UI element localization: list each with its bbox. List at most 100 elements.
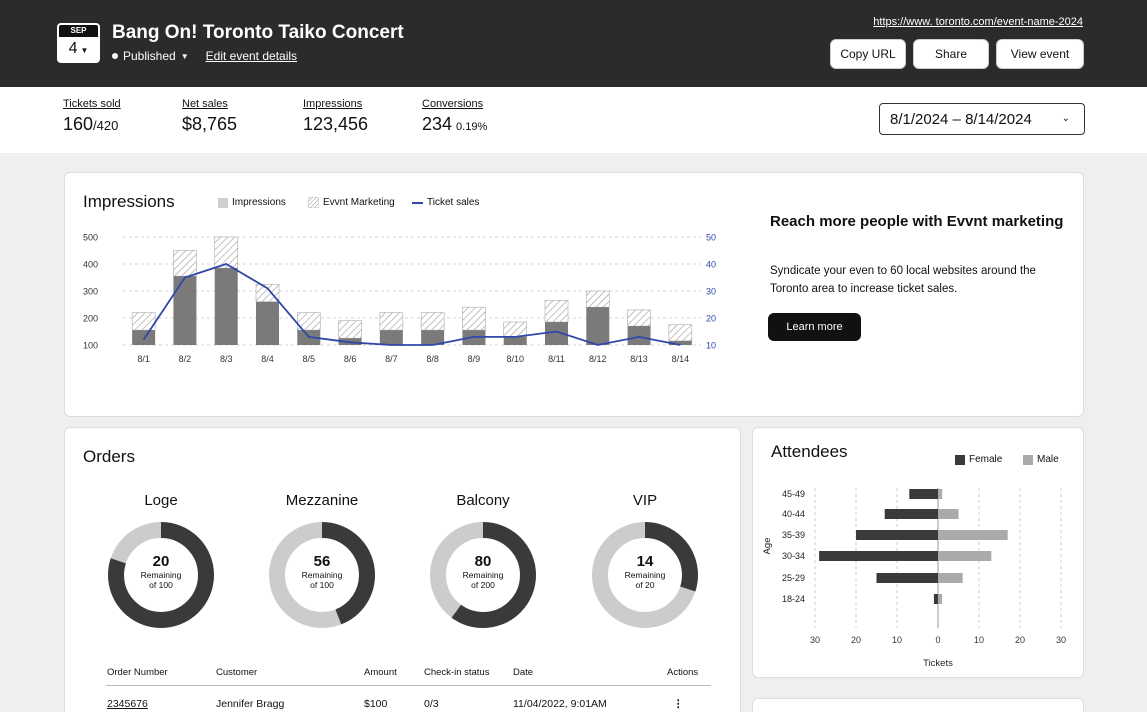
stat-value: 234 0.19% [422,114,488,134]
x-tick-label: 30 [810,635,820,645]
bar-female [856,530,938,540]
header-actions: Copy URL Share View event [830,39,1084,69]
attendees-chart: 30 20 10 0 10 20 30 Tickets Age 45-49 40-44 35-39 30… [762,488,1066,669]
event-url-link[interactable]: https://www. toronto.com/event-name-2024 [873,16,1083,28]
order-number-link[interactable]: 2345676 [107,698,148,710]
bar-marketing [668,324,693,342]
caret-down-icon: ▼ [80,46,89,55]
donut-remaining: Remaining [624,570,666,580]
x-tick-label: 8/3 [220,354,233,364]
copy-url-button[interactable]: Copy URL [830,39,906,69]
donut-label: Balcony [456,492,510,509]
attendees-card: Attendees Female Male 30 20 10 0 10 20 30 Ticke… [752,427,1084,678]
donut-total: of 100 [149,580,173,590]
donut-center: 20 Remaining of 100 [105,553,217,590]
next-card [752,698,1084,712]
y-tick-label: 25-29 [782,573,805,583]
calendar-month: SEP [59,25,98,37]
share-button[interactable]: Share [913,39,989,69]
stat-label[interactable]: Net sales [182,98,237,110]
bar-marketing [585,290,610,308]
bar-impressions [503,336,527,345]
x-tick-label: 8/5 [303,354,316,364]
x-tick-label: 8/12 [589,354,607,364]
learn-more-button[interactable]: Learn more [768,313,861,341]
column-header-actions: Actions [667,667,699,678]
calendar-date-picker[interactable]: SEP 4 ▼ [57,23,100,63]
bar-marketing [173,250,197,277]
bar-female [876,573,938,583]
bar-female [909,489,938,499]
column-header-order-number[interactable]: Order Number [107,667,168,678]
bar-male [938,594,943,604]
donut-remaining: Remaining [301,570,343,580]
bar-impressions [214,268,238,345]
donut-value: 14 [636,553,654,570]
stat-value: 160/420 [63,114,119,134]
y-tick-label: 40-44 [782,509,805,519]
card-title: Orders [83,447,135,466]
x-tick-label: 30 [1056,635,1066,645]
stat-label[interactable]: Impressions [303,98,368,110]
x-tick-label: 8/1 [137,354,150,364]
stat-impressions: Impressions 123,456 [303,98,368,135]
y-tick-label: 45-49 [782,489,805,499]
event-title: Bang On! Toronto Taiko Concert [112,22,404,43]
donut-mezzanine: Mezzanine 56 Remaining of 100 [266,492,378,630]
y2-tick-label: 10 [706,341,716,351]
donut-center: 14 Remaining of 20 [589,553,701,590]
column-header-checkin[interactable]: Check-in status [424,667,489,678]
bar-impressions [173,276,197,345]
x-tick-label: 8/7 [385,354,398,364]
donut-vip: VIP 14 Remaining of 20 [589,492,701,630]
impressions-card: Impressions Impressions Evvnt Marketing … [64,172,1084,417]
promo-text: Syndicate your even to 60 local websites… [770,265,1036,295]
stat-label[interactable]: Tickets sold [63,98,121,110]
stat-net-sales: Net sales $8,765 [182,98,237,135]
donut-loge: Loge 20 Remaining of 100 [105,492,217,630]
donut-balcony: Balcony 80 Remaining of 200 [427,492,539,630]
more-actions-icon[interactable]: ⋮ [673,698,684,710]
bar-male [938,509,959,519]
x-tick-label: 8/4 [261,354,274,364]
edit-event-link[interactable]: Edit event details [206,49,297,63]
x-tick-label: 10 [892,635,902,645]
bar-marketing [503,321,528,338]
bar-marketing [420,312,445,331]
amount-cell: $100 [364,698,388,710]
y2-tick-label: 40 [706,260,716,270]
date-range-select[interactable]: 8/1/2024 – 8/14/2024 ⌄ [879,103,1085,135]
x-tick-label: 8/13 [630,354,648,364]
bar-male [938,489,943,499]
checkin-cell: 0/3 [424,698,439,710]
impressions-chart: 100 200 300 400 500 10 20 30 40 50 8/1 8/2 8/3 8/4 8/5… [83,233,716,365]
y-tick-label: 500 [83,233,98,243]
bar-impressions [132,330,156,345]
stat-label[interactable]: Conversions [422,98,487,110]
y-tick-label: 300 [83,287,98,297]
bar-marketing [544,300,569,323]
donut-total: of 200 [471,580,495,590]
status-dot-icon [112,53,118,59]
y-tick-label: 400 [83,260,98,270]
stats-bar: Tickets sold 160/420 Net sales $8,765 Im… [0,87,1147,153]
column-header-amount[interactable]: Amount [364,667,397,678]
bar-impressions [586,307,610,345]
x-tick-label: 8/14 [672,354,690,364]
status-row: Published ▼ Edit event details [112,49,297,63]
chevron-down-icon: ⌄ [1061,113,1070,124]
y-axis-label: Age [762,538,773,555]
donut-label: Loge [144,492,178,509]
caret-down-icon[interactable]: ▼ [181,52,189,61]
y2-tick-label: 30 [706,287,716,297]
x-tick-label: 8/8 [426,354,439,364]
bar-impressions [379,330,403,345]
bar-male [938,530,1008,540]
bar-impressions [627,326,651,345]
status-dropdown[interactable]: Published [123,49,176,63]
column-header-customer[interactable]: Customer [216,667,257,678]
view-event-button[interactable]: View event [996,39,1084,69]
column-header-date[interactable]: Date [513,667,533,678]
donut-remaining: Remaining [462,570,504,580]
donut-center: 80 Remaining of 200 [427,553,539,590]
